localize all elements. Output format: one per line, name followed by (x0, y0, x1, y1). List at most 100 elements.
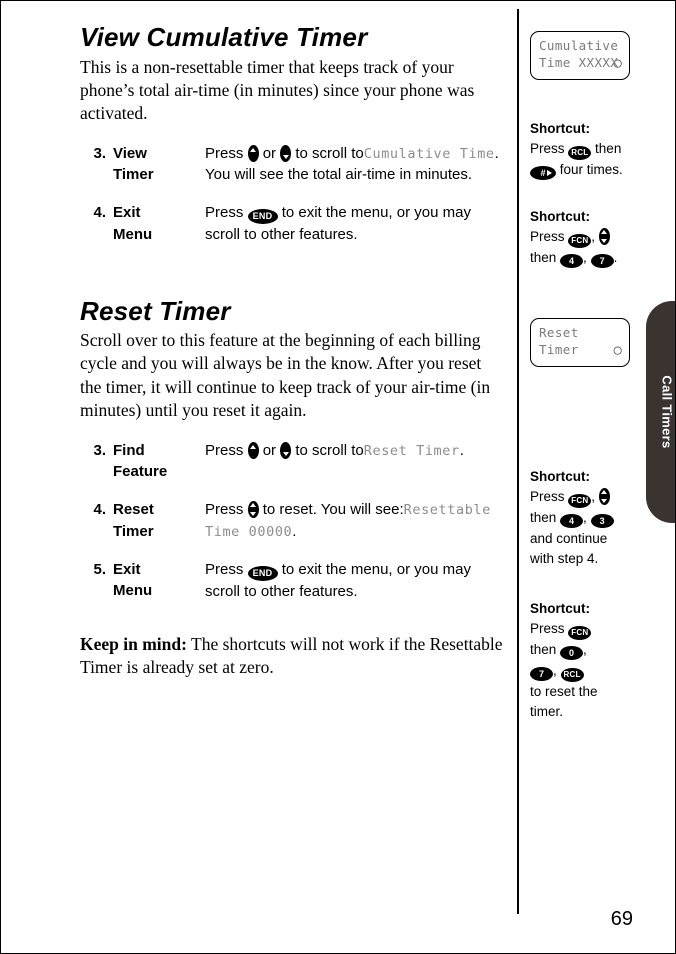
scroll-up-key-icon (247, 441, 259, 459)
step-name: Reset Timer (113, 499, 205, 559)
shortcut-block-4: Shortcut: Press FCN then 0, 7, RCL to re… (530, 599, 658, 722)
manual-page: View Cumulative Timer This is a non-rese… (0, 0, 676, 954)
lcd-line-2: Timer (539, 341, 579, 357)
step-description-text: to exit the menu, or you may scroll to o… (205, 204, 471, 244)
scroll-up-key-icon (247, 144, 259, 162)
step-name-line2: Menu (113, 225, 153, 243)
lcd-line-2-wrapper: ◯ Time XXXXX (539, 55, 622, 72)
shortcut-tail-line2: with step 4. (530, 550, 599, 566)
then-label: then (530, 510, 557, 526)
step-description: Press END to exit the menu, or you may s… (205, 202, 505, 262)
shortcut-heading: Shortcut: (530, 121, 590, 136)
press-label: Press (205, 144, 244, 162)
shortcut-block-1: Shortcut: Press RCL then # four times. (530, 119, 658, 181)
shortcut-tail: . (613, 250, 618, 266)
step-number: 5. (93, 560, 106, 578)
step-number: 4. (93, 501, 106, 519)
shortcut-tail: four times. (559, 162, 623, 178)
side-tab-label: Call Timers (659, 375, 675, 449)
step-description-line2: You will see the total air-time in minut… (205, 166, 473, 184)
comma: , (583, 250, 587, 266)
step-name-line2: Timer (113, 166, 154, 184)
page-number: 69 (610, 908, 633, 930)
shortcut-tail-line2: timer. (530, 703, 564, 719)
keep-in-mind-note: Keep in mind: The shortcuts will not wor… (80, 633, 505, 679)
lcd-line-1: Cumulative (539, 38, 619, 53)
press-label: Press (205, 560, 244, 578)
scroll-down-key-icon (280, 144, 292, 162)
end-key-icon: END (247, 209, 278, 225)
page-title-reset-timer: Reset Timer (80, 295, 231, 326)
press-label: Press (205, 501, 244, 519)
lcd-line-2: Time XXXXX (539, 54, 619, 70)
rcl-key-icon: RCL (568, 146, 592, 161)
end-key-icon: END (247, 565, 278, 581)
lcd-line-2-wrapper: ◯ Timer (539, 342, 622, 359)
comma: , (591, 489, 596, 505)
fcn-key-icon: FCN (568, 626, 592, 641)
scroll-both-key-icon (598, 228, 610, 246)
shortcut-block-3: Shortcut: Press FCN, then 4, 3 and conti… (530, 467, 658, 569)
shortcut-body: Press RCL then # four times. (530, 139, 658, 181)
or-label: or (262, 144, 277, 162)
press-label: Press (205, 204, 244, 222)
hash-key-icon: # (530, 166, 556, 181)
step-description: Press or to scroll toReset Timer. (205, 440, 505, 500)
step-name-line2: Timer (113, 522, 154, 540)
press-label: Press (530, 621, 565, 637)
step-name-line1: Reset (113, 501, 154, 519)
shortcut-body: Press FCN, then 4, 7. (530, 227, 658, 269)
lcd-display-reset-timer: Reset ◯ Timer (530, 318, 630, 368)
press-label: Press (530, 229, 565, 245)
sentence-period: . (494, 144, 499, 162)
clock-icon: ◯ (613, 342, 622, 358)
step-name: Find Feature (113, 440, 205, 500)
rcl-key-icon: RCL (560, 667, 584, 682)
then-label: then (595, 141, 622, 157)
step-name-line1: View (113, 144, 147, 162)
table-row: 4. Exit Menu Press END to exit the menu,… (80, 202, 505, 262)
step-description: Press or to scroll toCumulative Time. Yo… (205, 143, 505, 203)
comma: , (583, 642, 587, 658)
shortcut-heading: Shortcut: (530, 209, 590, 224)
step-name-line1: Find (113, 441, 145, 459)
scroll-to-label: to scroll to (295, 144, 364, 162)
lcd-menu-text: Reset Timer (363, 442, 460, 459)
digit-key-3-icon: 3 (590, 514, 614, 529)
press-label: Press (530, 489, 565, 505)
shortcut-heading: Shortcut: (530, 601, 590, 616)
table-row: 3. Find Feature Press or to scroll toRes… (80, 440, 505, 500)
sentence-period: . (459, 441, 464, 459)
shortcut-heading: Shortcut: (530, 469, 590, 484)
steps-table-reset-timer: 3. Find Feature Press or to scroll toRes… (80, 440, 505, 619)
step-name-line2: Menu (113, 582, 153, 600)
lcd-line-1: Reset (539, 325, 579, 340)
page-title-view-cumulative-timer: View Cumulative Timer (80, 22, 368, 52)
step-description: Press END to exit the menu, or you may s… (205, 559, 505, 619)
sentence-period: . (292, 522, 297, 540)
step-number: 3. (93, 144, 106, 162)
step-name-line2: Feature (113, 463, 168, 481)
scroll-to-label: to scroll to (295, 441, 364, 459)
fcn-key-icon: FCN (568, 234, 592, 249)
step-name: View Timer (113, 143, 205, 203)
lcd-display-cumulative-time: Cumulative ◯ Time XXXXX (530, 31, 630, 81)
then-label: then (530, 642, 557, 658)
side-tab-call-timers[interactable]: Call Timers (646, 301, 675, 523)
shortcut-tail-line1: and continue (530, 530, 608, 546)
keep-in-mind-label: Keep in mind: (80, 634, 187, 655)
main-content-column: View Cumulative Timer This is a non-rese… (80, 23, 505, 697)
step-name: Exit Menu (113, 202, 205, 262)
press-label: Press (205, 441, 244, 459)
digit-key-7-icon: 7 (530, 666, 553, 681)
scroll-both-key-icon (598, 488, 610, 506)
step-name-line1: Exit (113, 204, 141, 222)
shortcut-block-2: Shortcut: Press FCN, then 4, 7. (530, 207, 658, 269)
press-label: Press (530, 141, 565, 157)
intro-paragraph-reset-timer: Scroll over to this feature at the begin… (80, 330, 491, 420)
comma: , (583, 510, 587, 526)
shortcut-body: Press FCN then 0, 7, RCL to reset the ti… (530, 619, 658, 722)
comma: , (591, 229, 596, 245)
lcd-menu-text: Cumulative Time (363, 145, 495, 162)
